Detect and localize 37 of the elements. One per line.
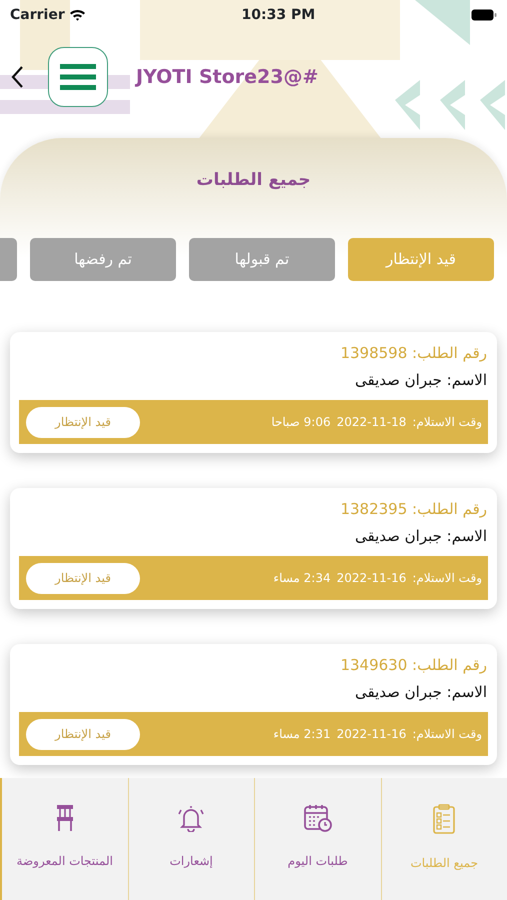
filter-tab[interactable]: تم قبولها xyxy=(189,238,335,281)
pickup-label: وقت الاستلام: xyxy=(412,414,482,431)
clipboard-icon xyxy=(433,804,456,834)
carrier-label: Carrier xyxy=(10,6,65,24)
status-button[interactable]: قيد الإنتظار xyxy=(26,562,140,594)
customer-name: الاسم: جبران صديقى xyxy=(354,370,488,391)
bell-icon xyxy=(177,804,206,832)
nav-label: جميع الطلبات xyxy=(410,855,478,872)
stool-icon xyxy=(56,804,74,832)
nav-label: طلبات اليوم xyxy=(288,853,348,870)
pickup-time: 2:34 مساء xyxy=(273,570,331,587)
pickup-date: 2022-11-16 xyxy=(336,570,406,587)
customer-name: الاسم: جبران صديقى xyxy=(354,526,488,547)
filter-tab[interactable]: تم رفضها xyxy=(30,238,176,281)
page-title: جميع الطلبات xyxy=(196,170,311,190)
order-number: رقم الطلب: 1382395 xyxy=(339,499,488,520)
pickup-date: 2022-11-16 xyxy=(336,726,406,743)
nav-label: المنتجات المعروضة xyxy=(16,853,113,870)
menu-icon xyxy=(60,64,96,90)
menu-button[interactable] xyxy=(48,47,108,107)
pickup-label: وقت الاستلام: xyxy=(412,570,482,587)
store-title: JYOTI Store23@# xyxy=(136,64,318,90)
filter-tab[interactable]: قيد الإنتظار xyxy=(348,238,494,281)
pickup-time: 2:31 مساء xyxy=(273,726,331,743)
status-time: 10:33 PM xyxy=(242,6,316,24)
order-number: رقم الطلب: 1398598 xyxy=(339,343,488,364)
status-button[interactable]: قيد الإنتظار xyxy=(26,718,140,750)
battery-icon xyxy=(471,9,497,21)
nav-label: إشعارات xyxy=(170,853,213,870)
pickup-label: وقت الاستلام: xyxy=(412,726,482,743)
pickup-date: 2022-11-18 xyxy=(336,414,406,431)
status-button[interactable]: قيد الإنتظار xyxy=(26,406,140,438)
wifi-icon xyxy=(68,9,86,21)
order-number: رقم الطلب: 1349630 xyxy=(339,655,488,676)
customer-name: الاسم: جبران صديقى xyxy=(354,682,488,703)
calendar-clock-icon xyxy=(304,804,332,832)
pickup-time: 9:06 صباحا xyxy=(271,414,331,431)
